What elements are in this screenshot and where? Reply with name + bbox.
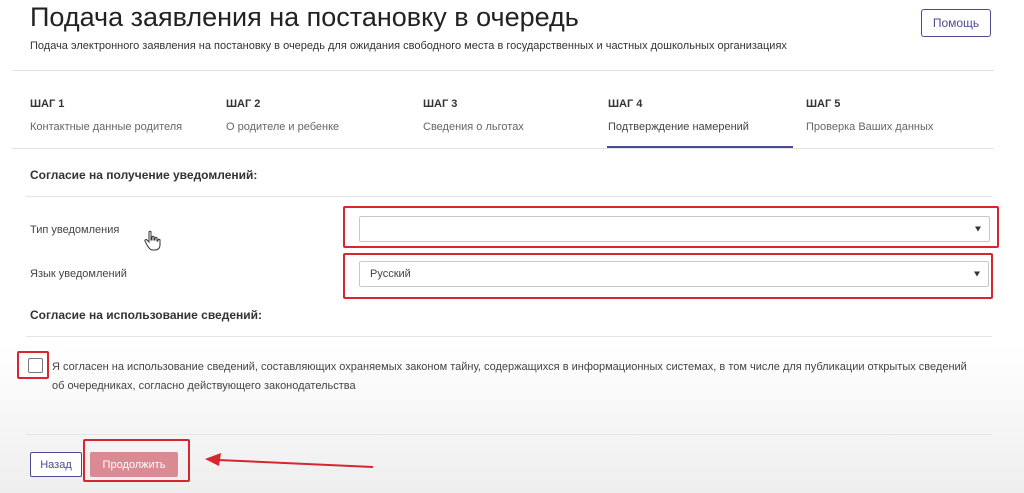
annotation-arrow-icon [205,453,374,468]
